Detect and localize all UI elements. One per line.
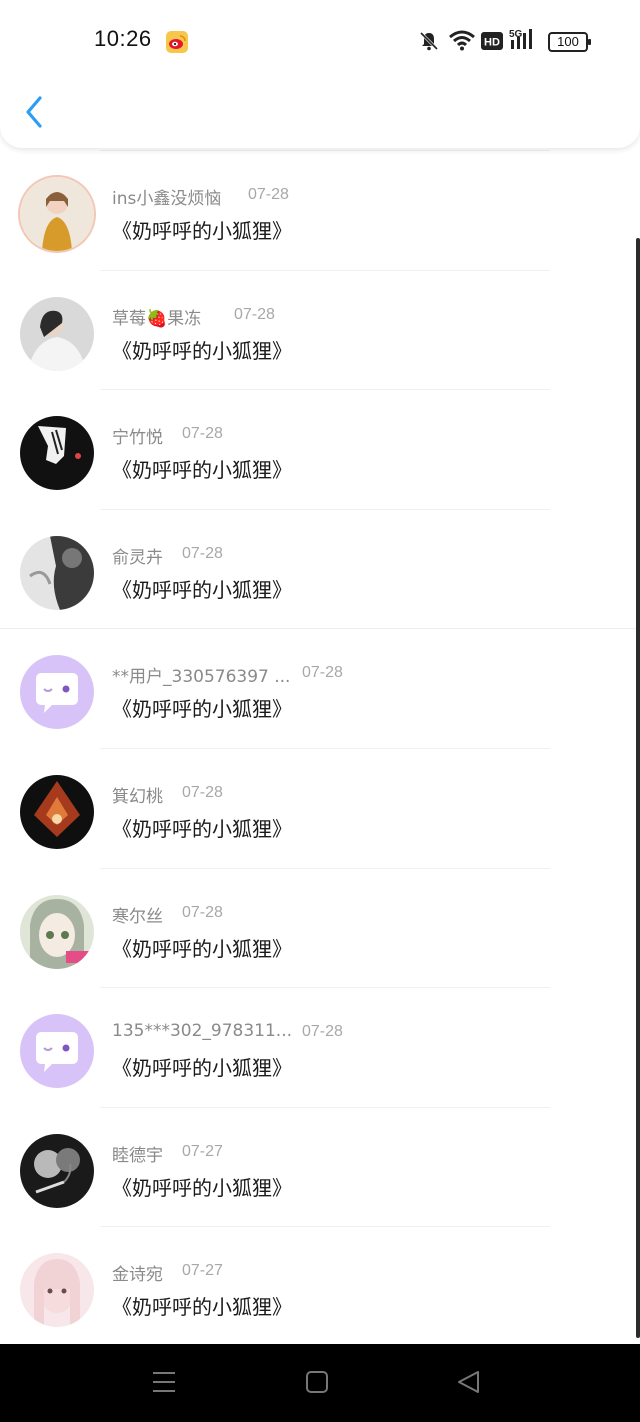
sender-name[interactable]: **用户_330576397 ... [112, 662, 290, 687]
message-text[interactable]: 《奶呼呼的小狐狸》 [112, 1291, 292, 1320]
message-row[interactable]: 金诗宛 07-27 《奶呼呼的小狐狸》 [0, 1226, 640, 1346]
svg-text:HD: HD [484, 37, 500, 49]
avatar[interactable] [20, 1133, 94, 1208]
sender-name[interactable]: 135***302_978311... [112, 1021, 292, 1041]
message-row[interactable]: 草莓🍓果冻 07-28 《奶呼呼的小狐狸》 [0, 269, 640, 390]
message-date: 07-28 [182, 544, 223, 562]
message-text[interactable]: 《奶呼呼的小狐狸》 [112, 574, 292, 603]
message-row[interactable]: **用户_330576397 ... 07-28 《奶呼呼的小狐狸》 [0, 628, 640, 748]
message-text[interactable]: 《奶呼呼的小狐狸》 [112, 1172, 292, 1201]
message-date: 07-28 [182, 425, 223, 443]
avatar[interactable] [20, 1253, 94, 1328]
avatar[interactable] [20, 655, 94, 730]
avatar[interactable] [20, 1014, 94, 1089]
system-nav-bar [0, 1344, 640, 1422]
row-divider [100, 508, 550, 510]
message-text[interactable]: 《奶呼呼的小狐狸》 [112, 454, 292, 483]
hd-icon: HD [481, 32, 503, 50]
message-text[interactable]: 《奶呼呼的小狐狸》 [112, 335, 292, 364]
header-bar: 10:26 HD 5G 100 [0, 0, 640, 148]
row-divider [0, 628, 640, 630]
status-bar: 10:26 HD 5G 100 [0, 0, 640, 80]
scrollbar[interactable] [636, 238, 640, 1338]
chevron-left-icon [26, 96, 42, 128]
avatar[interactable] [20, 296, 94, 371]
avatar[interactable] [20, 894, 94, 969]
message-row[interactable]: 宁竹悦 07-28 《奶呼呼的小狐狸》 [0, 389, 640, 509]
message-text[interactable]: 《奶呼呼的小狐狸》 [112, 693, 292, 722]
message-list[interactable]: ins小鑫没烦恼 07-28 《奶呼呼的小狐狸》 草莓🍓果冻 07-28 《奶呼呼的小狐狸… [0, 150, 640, 1346]
menu-icon [153, 1372, 175, 1392]
weibo-icon [166, 31, 188, 53]
message-text[interactable]: 《奶呼呼的小狐狸》 [112, 933, 292, 962]
message-date: 07-28 [234, 305, 275, 323]
row-divider [100, 1226, 550, 1228]
battery-icon: 100 [548, 32, 591, 52]
svg-text:5G: 5G [509, 29, 523, 40]
avatar[interactable] [20, 416, 94, 491]
row-divider [100, 269, 550, 271]
avatar[interactable] [20, 535, 94, 610]
message-row[interactable]: ins小鑫没烦恼 07-28 《奶呼呼的小狐狸》 [0, 150, 640, 270]
sender-name[interactable]: 金诗宛 [112, 1260, 163, 1285]
sender-name[interactable]: 俞灵卉 [112, 543, 163, 568]
sender-name[interactable]: ins小鑫没烦恼 [112, 184, 221, 209]
message-row[interactable]: 寒尔丝 07-28 《奶呼呼的小狐狸》 [0, 867, 640, 988]
message-date: 07-28 [302, 664, 343, 682]
5g-signal-icon: 5G [509, 29, 532, 49]
back-button[interactable] [18, 92, 52, 132]
home-icon [306, 1371, 328, 1393]
message-date: 07-28 [302, 1023, 343, 1041]
message-date: 07-27 [182, 1142, 223, 1160]
row-divider [100, 987, 550, 989]
status-time: 10:26 [94, 26, 152, 51]
avatar[interactable] [20, 774, 94, 849]
back-triangle-icon [458, 1371, 479, 1393]
menu-button[interactable] [150, 1368, 180, 1398]
message-row[interactable]: 俞灵卉 07-28 《奶呼呼的小狐狸》 [0, 508, 640, 629]
wifi-icon [449, 30, 475, 51]
row-divider [100, 389, 550, 391]
sender-name[interactable]: 箕幻桃 [112, 782, 163, 807]
avatar[interactable] [20, 177, 94, 251]
message-text[interactable]: 《奶呼呼的小狐狸》 [112, 813, 292, 842]
sender-name[interactable]: 草莓🍓果冻 [112, 304, 201, 329]
row-divider [100, 747, 550, 749]
message-date: 07-27 [182, 1262, 223, 1280]
message-row[interactable]: 135***302_978311... 07-28 《奶呼呼的小狐狸》 [0, 987, 640, 1107]
sender-name[interactable]: 睦德宇 [112, 1141, 163, 1166]
message-text[interactable]: 《奶呼呼的小狐狸》 [112, 1052, 292, 1081]
sender-name[interactable]: 寒尔丝 [112, 902, 163, 927]
message-date: 07-28 [182, 903, 223, 921]
back-nav-button[interactable] [454, 1368, 484, 1398]
row-divider [100, 150, 550, 151]
message-text[interactable]: 《奶呼呼的小狐狸》 [112, 215, 292, 244]
message-row[interactable]: 箕幻桃 07-28 《奶呼呼的小狐狸》 [0, 747, 640, 868]
message-date: 07-28 [182, 783, 223, 801]
row-divider [100, 867, 550, 869]
home-button[interactable] [303, 1368, 333, 1398]
message-row[interactable]: 睦德宇 07-27 《奶呼呼的小狐狸》 [0, 1106, 640, 1227]
message-date: 07-28 [248, 186, 289, 203]
row-divider [100, 1106, 550, 1108]
bell-mute-icon [419, 31, 439, 51]
sender-name[interactable]: 宁竹悦 [112, 423, 163, 448]
